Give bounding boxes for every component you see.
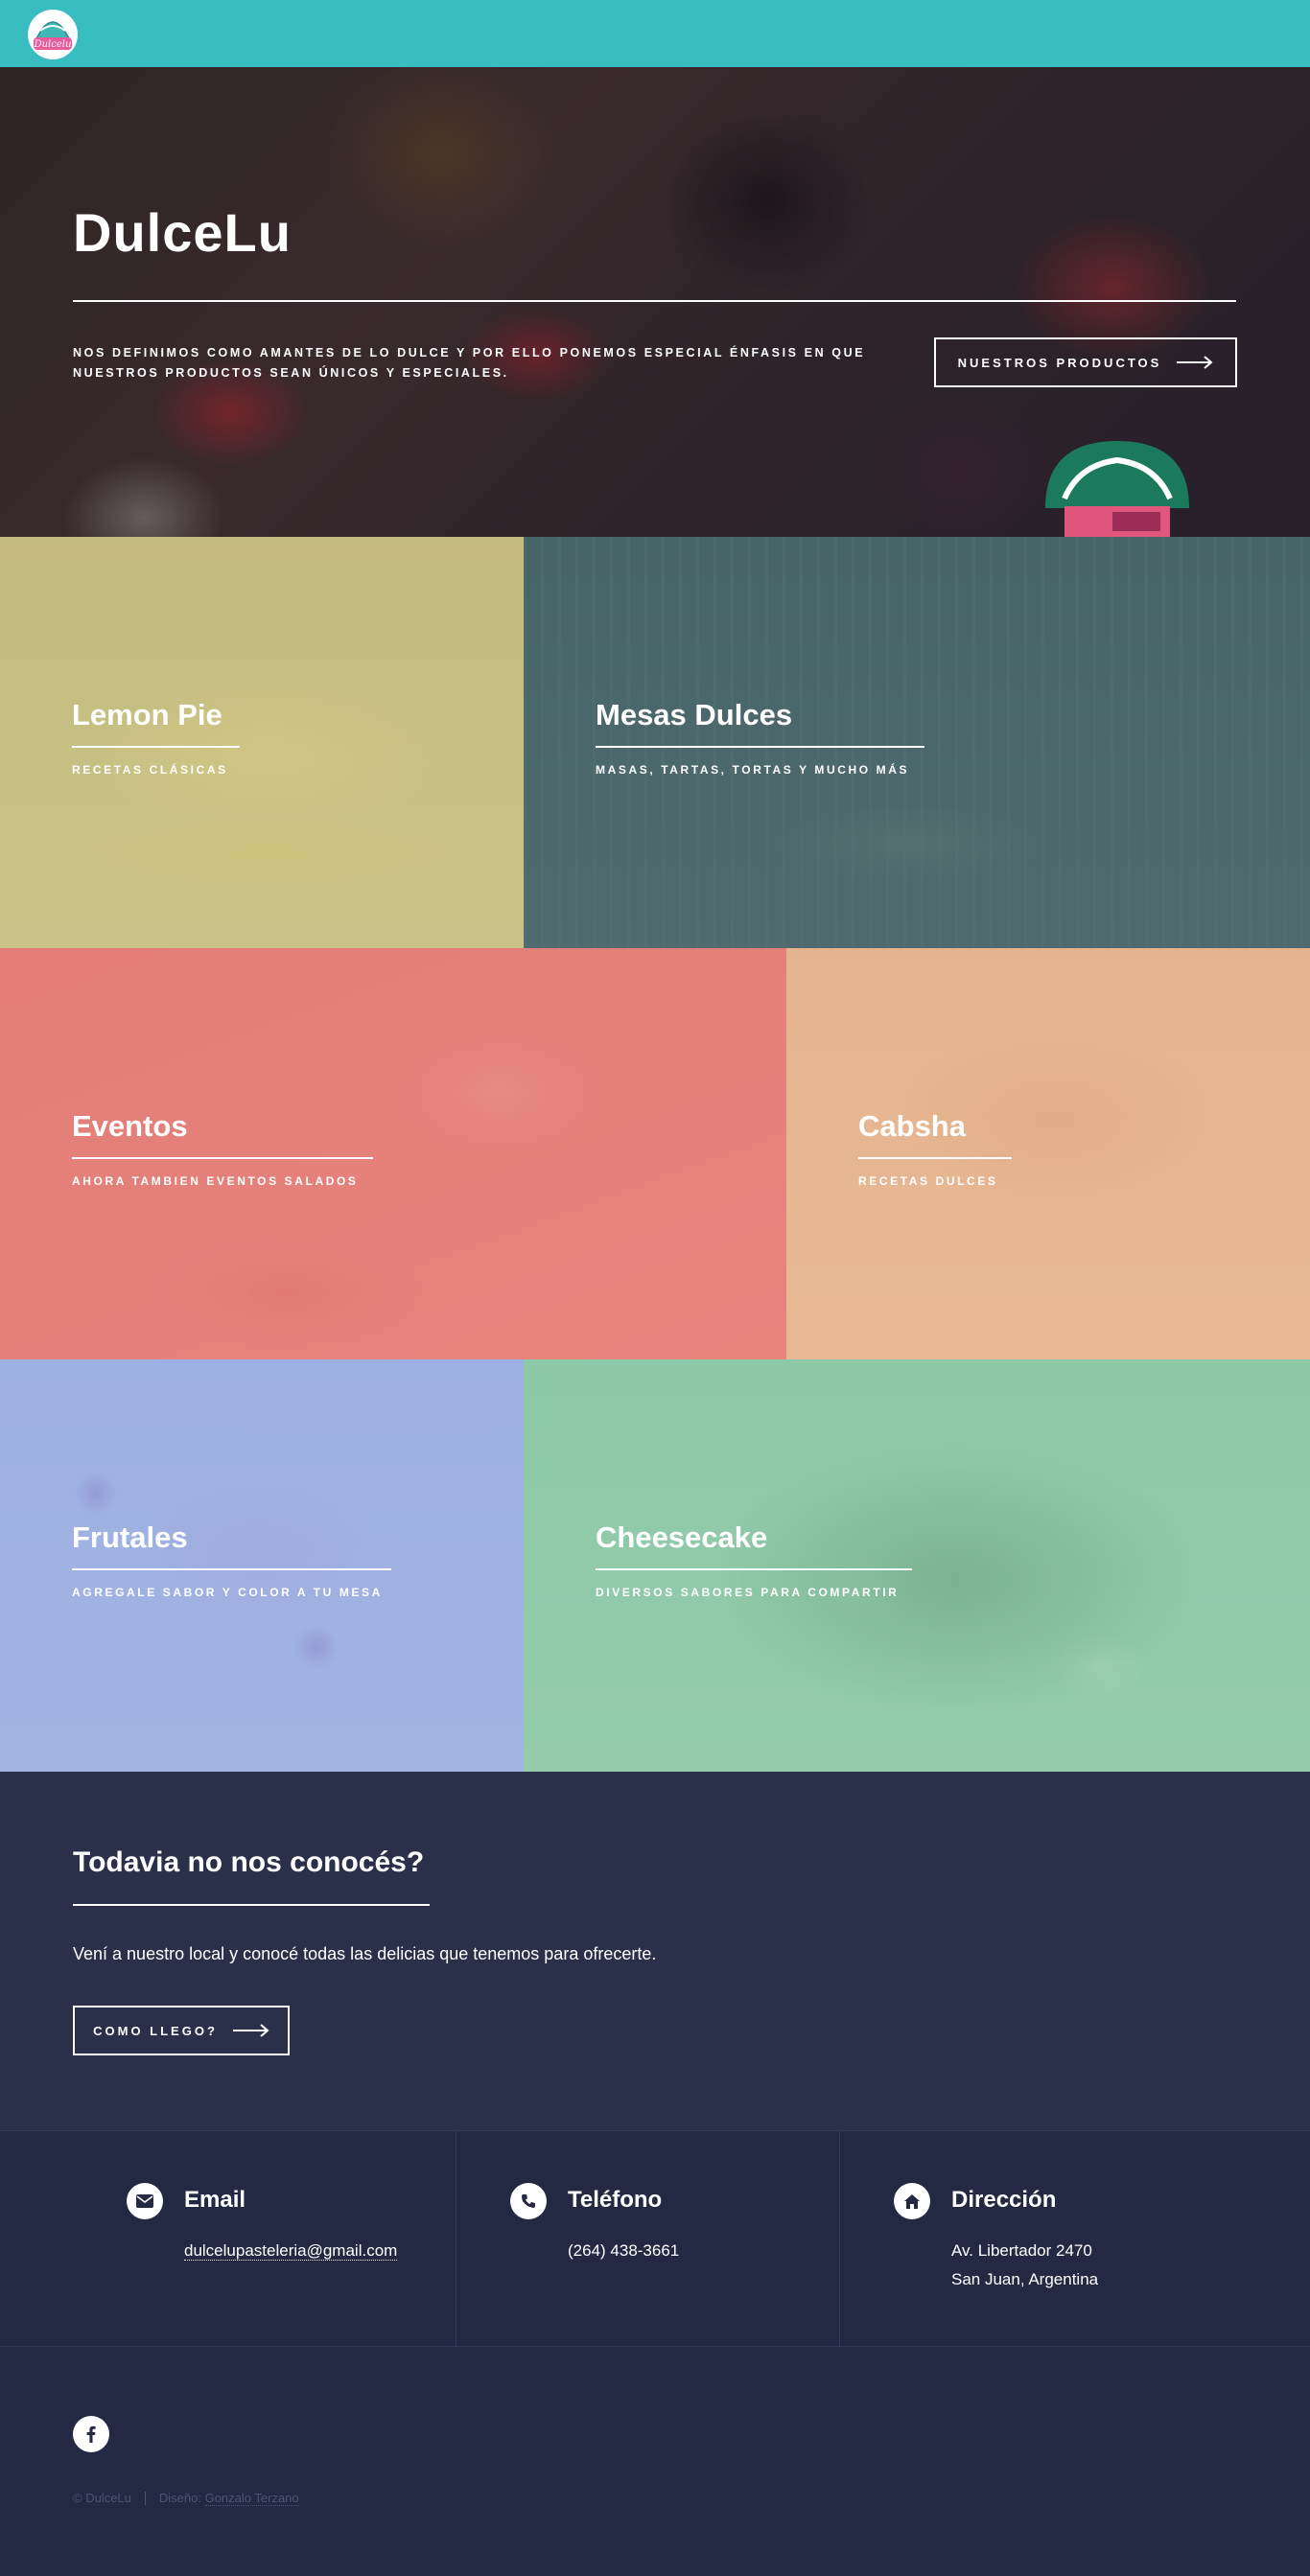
- contact-email: Email dulcelupasteleria@gmail.com: [0, 2131, 456, 2348]
- tile-title: Mesas Dulces: [596, 698, 793, 731]
- directions-button[interactable]: COMO LLEGO?: [73, 2006, 290, 2055]
- email-link[interactable]: dulcelupasteleria@gmail.com: [184, 2241, 398, 2261]
- tile-title: Eventos: [72, 1109, 188, 1143]
- copyright-line: © DulceLu Diseño: Gonzalo Terzano: [73, 2491, 299, 2506]
- tile-mesas-dulces[interactable]: Mesas Dulces MASAS, TARTAS, TORTAS Y MUC…: [524, 537, 1310, 948]
- tile-cabsha[interactable]: Cabsha RECETAS DULCES: [786, 948, 1310, 1359]
- tile-lemon-pie[interactable]: Lemon Pie RECETAS CLÁSICAS: [0, 537, 524, 948]
- contact-address: Dirección Av. Libertador 2470 San Juan, …: [840, 2131, 1310, 2348]
- facebook-icon[interactable]: [73, 2416, 109, 2452]
- tile-subtitle: RECETAS DULCES: [858, 1174, 998, 1188]
- designer-link[interactable]: Gonzalo Terzano: [204, 2491, 299, 2506]
- cta-title: Todavia no nos conocés?: [73, 1846, 425, 1878]
- tile-frutales[interactable]: Frutales AGREGALE SABOR Y COLOR A TU MES…: [0, 1359, 524, 1772]
- home-icon: [894, 2183, 930, 2219]
- contact-info: Email dulcelupasteleria@gmail.com Teléfo…: [0, 2130, 1310, 2348]
- tile-title: Lemon Pie: [72, 698, 222, 731]
- site-footer: © DulceLu Diseño: Gonzalo Terzano: [0, 2347, 1310, 2576]
- tile-subtitle: RECETAS CLÁSICAS: [72, 763, 228, 777]
- address-line-2: San Juan, Argentina: [951, 2270, 1099, 2288]
- envelope-icon: [127, 2183, 163, 2219]
- products-button-label: NUESTROS PRODUCTOS: [957, 355, 1162, 370]
- arrow-right-icon: [1177, 356, 1213, 369]
- banner-divider: [73, 300, 1236, 302]
- contact-phone: Teléfono (264) 438-3661: [456, 2131, 840, 2348]
- contact-intro-section: Todavia no nos conocés? Vení a nuestro l…: [0, 1772, 1310, 2130]
- copyright-text: © DulceLu: [73, 2491, 131, 2505]
- address-label: Dirección: [951, 2187, 1057, 2213]
- tile-eventos[interactable]: Eventos AHORA TAMBIEN EVENTOS SALADOS: [0, 948, 786, 1359]
- email-label: Email: [184, 2187, 246, 2213]
- top-bar: Dulcelu: [0, 0, 1310, 67]
- phone-icon: [510, 2183, 547, 2219]
- tile-subtitle: DIVERSOS SABORES PARA COMPARTIR: [596, 1586, 900, 1599]
- cta-text: Vení a nuestro local y conocé todas las …: [73, 1944, 657, 1963]
- cta-divider: [73, 1904, 430, 1906]
- tile-cheesecake[interactable]: Cheesecake DIVERSOS SABORES PARA COMPART…: [524, 1359, 1310, 1772]
- tile-title: Frutales: [72, 1520, 188, 1554]
- banner-title: DulceLu: [73, 202, 292, 263]
- tile-subtitle: MASAS, TARTAS, TORTAS Y MUCHO MÁS: [596, 763, 910, 777]
- banner-description: NOS DEFINIMOS COMO AMANTES DE LO DULCE Y…: [73, 346, 866, 380]
- tile-divider: [596, 1568, 912, 1570]
- tile-subtitle: AGREGALE SABOR Y COLOR A TU MESA: [72, 1586, 383, 1599]
- tile-divider: [596, 746, 924, 748]
- tile-divider: [72, 746, 240, 748]
- phone-value: (264) 438-3661: [568, 2241, 680, 2260]
- tile-divider: [72, 1157, 373, 1159]
- products-button[interactable]: NUESTROS PRODUCTOS: [934, 337, 1237, 387]
- logo-text: Dulcelu: [34, 39, 72, 50]
- phone-label: Teléfono: [568, 2187, 663, 2213]
- design-label: Diseño:: [158, 2491, 201, 2505]
- address-line-1: Av. Libertador 2470: [951, 2241, 1092, 2260]
- arrow-right-icon: [232, 2024, 269, 2037]
- dulcelu-logo[interactable]: Dulcelu: [25, 6, 81, 61]
- tile-title: Cabsha: [858, 1109, 966, 1143]
- footer-separator: [144, 2491, 146, 2505]
- directions-button-label: COMO LLEGO?: [93, 2023, 218, 2038]
- tile-subtitle: AHORA TAMBIEN EVENTOS SALADOS: [72, 1174, 359, 1188]
- hero-banner: DulceLu NOS DEFINIMOS COMO AMANTES DE LO…: [0, 67, 1310, 537]
- tile-divider: [858, 1157, 1012, 1159]
- tile-title: Cheesecake: [596, 1520, 768, 1554]
- tile-divider: [72, 1568, 391, 1570]
